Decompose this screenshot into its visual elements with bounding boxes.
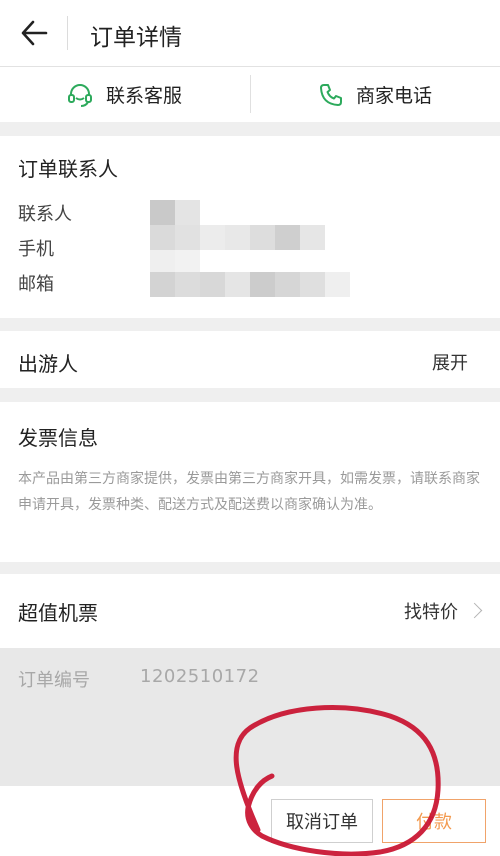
order-number-section: 订单编号 1202510172	[0, 648, 500, 786]
phone-icon	[320, 83, 342, 106]
invoice-card: 发票信息 本产品由第三方商家提供，发票由第三方商家开具，如需发票，请联系商家申请…	[0, 402, 500, 562]
order-contact-card: 订单联系人 联系人 手机 邮箱	[0, 136, 500, 318]
pay-button[interactable]: 付款	[382, 799, 486, 843]
headset-icon	[68, 83, 92, 107]
email-label: 邮箱	[18, 274, 54, 295]
cheap-flight-title: 超值机票	[18, 601, 98, 625]
contact-service-button[interactable]: 联系客服	[66, 67, 182, 122]
chevron-right-icon	[466, 602, 483, 619]
contact-service-label: 联系客服	[106, 85, 183, 107]
find-deals-link[interactable]: 找特价	[404, 598, 458, 624]
contact-divider	[250, 75, 251, 113]
order-number-value: 1202510172	[140, 666, 260, 687]
bottom-action-bar: 取消订单 付款	[0, 786, 500, 856]
merchant-phone-label: 商家电话	[356, 85, 433, 107]
cheap-flight-row[interactable]: 超值机票 找特价	[0, 574, 500, 648]
order-contact-title: 订单联系人	[18, 157, 118, 181]
back-button[interactable]	[18, 16, 52, 50]
back-arrow-icon	[21, 20, 48, 46]
expand-link[interactable]: 展开	[432, 349, 468, 375]
cancel-order-button[interactable]: 取消订单	[271, 799, 373, 843]
order-number-label: 订单编号	[18, 670, 90, 691]
merchant-phone-button[interactable]: 商家电话	[318, 67, 432, 122]
header-divider	[67, 16, 68, 50]
phone-label: 手机	[18, 239, 54, 260]
contact-name-label: 联系人	[18, 204, 72, 225]
traveler-row[interactable]: 出游人 展开	[0, 331, 500, 388]
contact-bar: 联系客服 商家电话	[0, 67, 500, 122]
invoice-note: 本产品由第三方商家提供，发票由第三方商家开具，如需发票，请联系商家申请开具，发票…	[18, 471, 480, 513]
invoice-title: 发票信息	[18, 426, 98, 450]
traveler-title: 出游人	[18, 352, 78, 376]
page-title: 订单详情	[90, 25, 182, 51]
top-app-bar: 订单详情	[0, 0, 500, 67]
